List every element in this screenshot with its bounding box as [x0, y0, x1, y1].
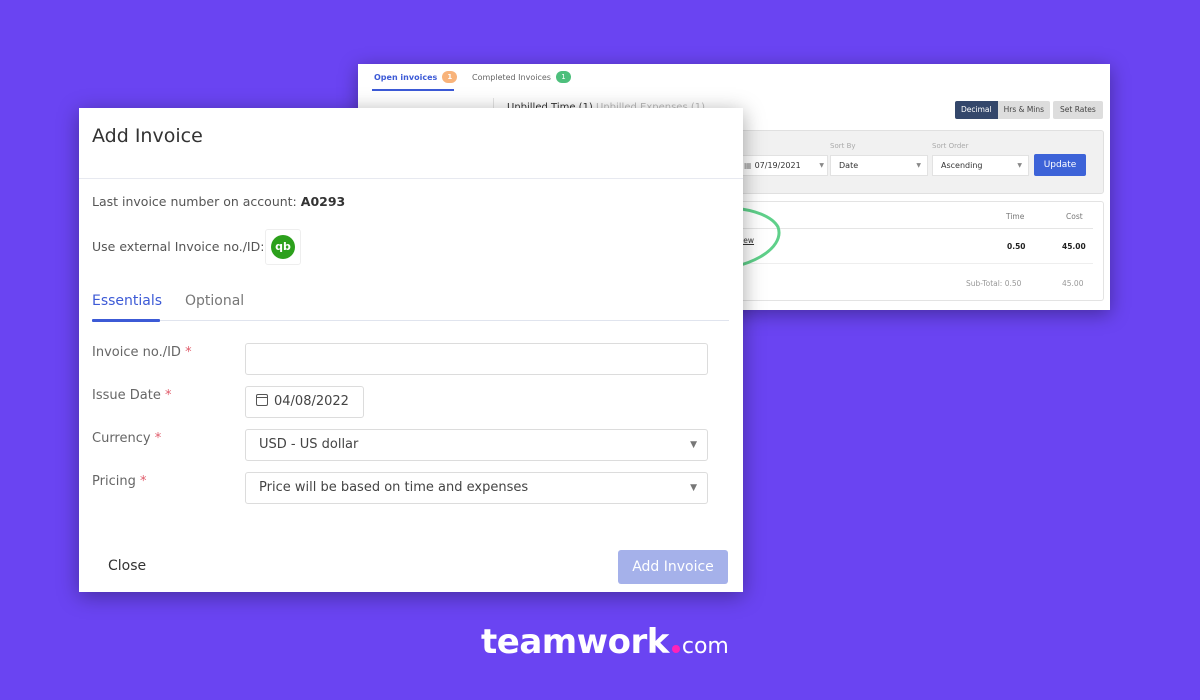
add-invoice-modal: Add Invoice Last invoice number on accou…: [79, 108, 743, 592]
modal-title: Add Invoice: [92, 125, 203, 147]
sort-order-label: Sort Order: [932, 142, 969, 150]
tab-completed-invoices[interactable]: Completed Invoices 1: [472, 71, 571, 83]
label-text: Issue Date: [92, 388, 161, 403]
subtotal-time: Sub-Total: 0.50: [966, 279, 1022, 288]
currency-label: Currency *: [92, 431, 161, 446]
last-invoice-info: Last invoice number on account: A0293: [92, 194, 345, 209]
brand-dot: [671, 645, 680, 653]
required-marker: *: [185, 345, 192, 360]
pricing-value: Price will be based on time and expenses: [259, 480, 529, 495]
brand-tld: com: [681, 634, 729, 659]
tabs-divider: [92, 320, 729, 321]
sort-order-value: Ascending: [941, 161, 983, 170]
teamwork-logo: teamwork com: [481, 622, 729, 662]
update-button[interactable]: Update: [1034, 154, 1086, 176]
date-to-input[interactable]: ▦ 07/19/2021 ▼: [736, 155, 828, 176]
row-cost: 45.00: [1062, 242, 1086, 251]
quickbooks-button[interactable]: qb: [265, 229, 301, 265]
quickbooks-icon: qb: [271, 235, 295, 259]
tab-open-invoices[interactable]: Open invoices 1: [374, 71, 458, 83]
chevron-down-icon: ▼: [690, 440, 697, 450]
tab-optional[interactable]: Optional: [185, 293, 244, 309]
pricing-select[interactable]: Price will be based on time and expenses…: [245, 472, 708, 504]
calendar-icon: [256, 394, 268, 406]
tab-label: Completed Invoices: [472, 72, 551, 82]
pricing-label: Pricing *: [92, 474, 146, 489]
chevron-down-icon: ▼: [1017, 162, 1022, 169]
brand-name: teamwork: [481, 622, 669, 662]
add-invoice-button[interactable]: Add Invoice: [618, 550, 728, 584]
issue-date-label: Issue Date *: [92, 388, 171, 403]
row-time: 0.50: [1007, 242, 1026, 251]
sort-order-select[interactable]: Ascending ▼: [932, 155, 1029, 176]
invoice-no-input[interactable]: [245, 343, 708, 375]
set-rates-button[interactable]: Set Rates: [1053, 101, 1103, 119]
last-invoice-label: Last invoice number on account:: [92, 194, 297, 209]
chevron-down-icon: ▼: [690, 483, 697, 493]
label-text: Pricing: [92, 474, 136, 489]
chevron-down-icon: ▼: [819, 162, 824, 169]
unit-toggle: Decimal Hrs & Mins: [955, 101, 1051, 119]
last-invoice-value: A0293: [300, 194, 346, 209]
issue-date-picker[interactable]: 04/08/2022: [245, 386, 364, 418]
count-badge: 1: [442, 71, 458, 83]
column-header-cost: Cost: [1066, 212, 1083, 221]
external-invoice-label: Use external Invoice no./ID:: [92, 239, 265, 254]
hrs-mins-button[interactable]: Hrs & Mins: [997, 101, 1051, 119]
label-text: Invoice no./ID: [92, 345, 181, 360]
required-marker: *: [164, 388, 172, 403]
label-text: Currency: [92, 431, 151, 446]
decimal-button[interactable]: Decimal: [955, 101, 998, 119]
active-tab-indicator: [372, 89, 454, 91]
tab-label: Open invoices: [374, 72, 438, 82]
subtotal-cost: 45.00: [1062, 279, 1084, 288]
close-button[interactable]: Close: [108, 558, 146, 574]
calendar-icon: ▦: [744, 161, 752, 170]
sort-by-label: Sort By: [830, 142, 856, 150]
sort-by-value: Date: [839, 161, 859, 170]
currency-value: USD - US dollar: [259, 437, 359, 452]
sort-by-select[interactable]: Date ▼: [830, 155, 928, 176]
issue-date-value: 04/08/2022: [274, 394, 349, 409]
column-header-time: Time: [1006, 212, 1025, 221]
invoice-no-label: Invoice no./ID *: [92, 345, 192, 360]
invoice-status-tabs: Open invoices 1 Completed Invoices 1: [358, 64, 1110, 92]
date-to-value: 07/19/2021: [754, 161, 801, 170]
tab-essentials[interactable]: Essentials: [92, 293, 162, 309]
required-marker: *: [139, 474, 147, 489]
chevron-down-icon: ▼: [916, 162, 921, 169]
count-badge: 1: [555, 71, 571, 83]
active-tab-indicator: [92, 319, 160, 322]
required-marker: *: [154, 431, 162, 446]
currency-select[interactable]: USD - US dollar ▼: [245, 429, 708, 461]
modal-header-divider: [79, 178, 743, 179]
